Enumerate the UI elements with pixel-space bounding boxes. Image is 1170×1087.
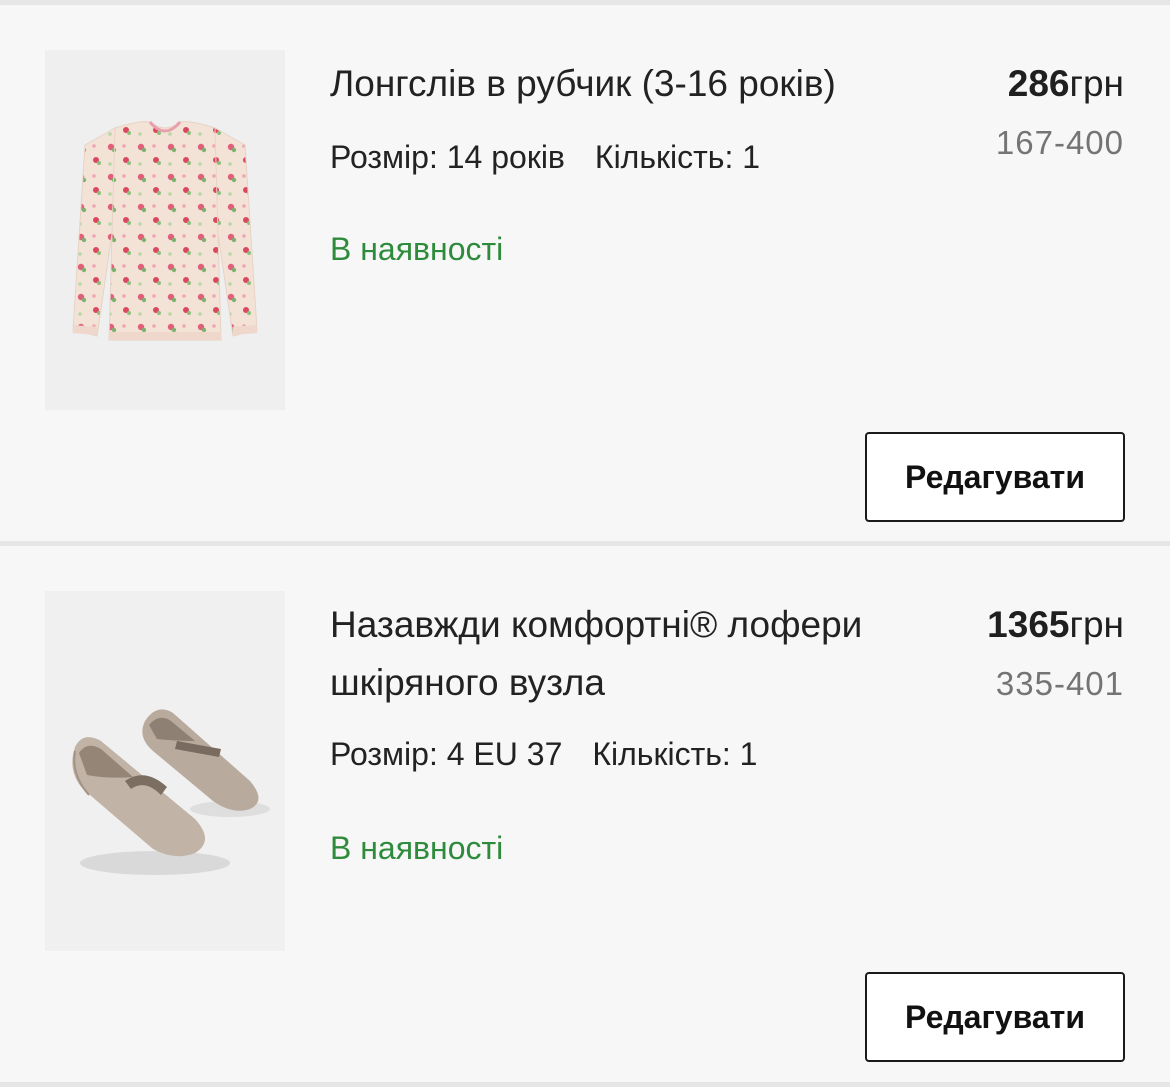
product-image-loafers[interactable] [45,591,285,951]
product-price: 1365грн [987,600,1124,650]
quantity-label: Кількість: 1 [592,736,758,772]
loafers-icon [45,591,285,951]
price-currency: грн [1069,63,1124,104]
long-sleeve-top-floral-icon [45,50,285,410]
product-image-long-sleeve-top[interactable] [45,50,285,410]
product-title[interactable]: Лонгслів в рубчик (3-16 років) [330,55,950,113]
price-amount: 286 [1007,63,1070,104]
price-currency: грн [1069,604,1124,645]
product-price: 286грн [1008,59,1124,109]
stock-status: В наявності [330,231,504,267]
product-meta: Розмір: 14 років Кількість: 1 [330,135,760,179]
price-amount: 1365 [987,604,1070,645]
product-meta: Розмір: 4 EU 37 Кількість: 1 [330,732,757,776]
cart-item: Назавжди комфортні® лофери шкіряного вуз… [0,546,1170,1086]
size-label: Розмір: 4 EU 37 [330,736,563,772]
stock-status: В наявності [330,830,504,866]
product-code: 167-400 [995,124,1124,161]
edit-button[interactable]: Редагувати [865,972,1125,1062]
edit-button[interactable]: Редагувати [865,432,1125,522]
product-title[interactable]: Назавжди комфортні® лофери шкіряного вуз… [330,596,970,712]
product-code: 335-401 [995,665,1124,702]
bottom-divider [0,1082,1170,1087]
quantity-label: Кількість: 1 [594,139,761,175]
size-label: Розмір: 14 років [330,139,565,175]
cart-item: Лонгслів в рубчик (3-16 років) 286грн 16… [0,5,1170,545]
